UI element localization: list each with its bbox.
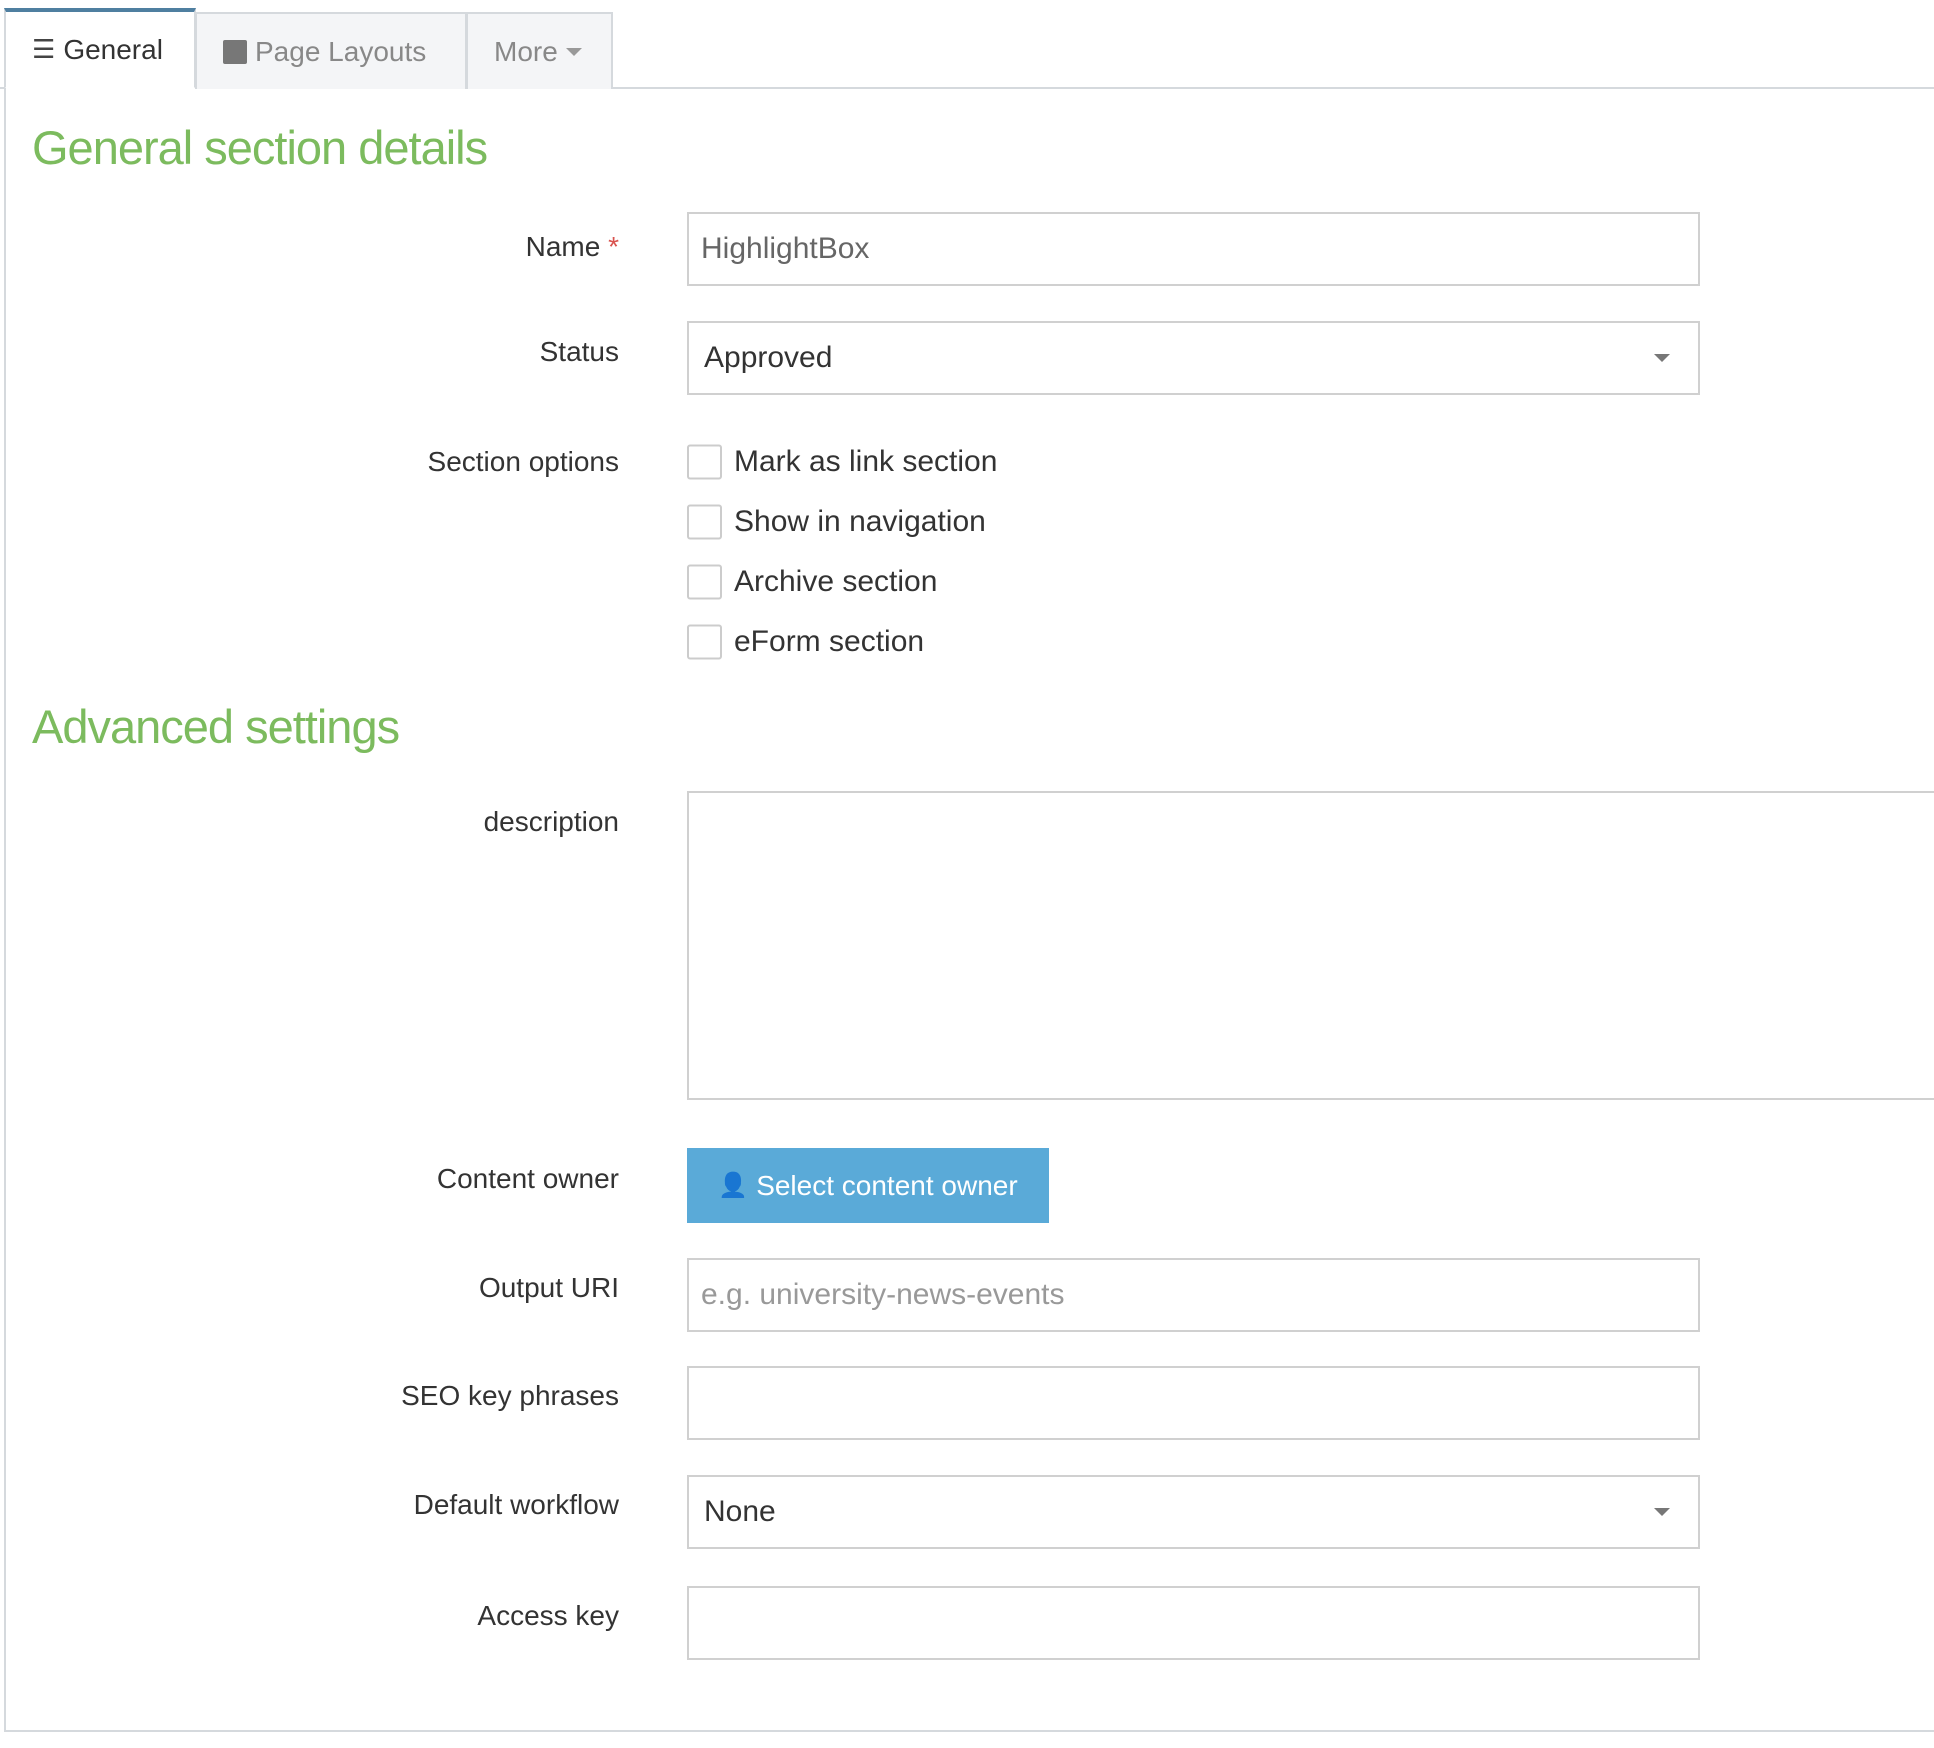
tab-label: General	[63, 33, 163, 65]
puzzle-icon	[223, 39, 247, 64]
tab-label: More	[494, 35, 558, 67]
caret-down-icon	[565, 47, 582, 56]
tab-label: Page Layouts	[255, 35, 427, 67]
access-key-input[interactable]	[687, 1586, 1700, 1660]
seo-input[interactable]	[687, 1366, 1700, 1440]
chevron-down-icon	[1654, 1508, 1670, 1516]
status-value: Approved	[704, 341, 833, 374]
status-select[interactable]: Approved	[687, 321, 1700, 395]
section-options-label: Section options	[427, 446, 619, 477]
name-input[interactable]: HighlightBox	[687, 212, 1700, 286]
show-in-navigation-label[interactable]: Show in navigation	[734, 505, 986, 539]
archive-section-checkbox[interactable]	[687, 564, 722, 600]
chevron-down-icon	[1654, 354, 1670, 362]
tab-general[interactable]: ☰ General	[4, 8, 196, 89]
tab-more[interactable]: More	[466, 12, 613, 89]
tab-page-layouts[interactable]: Page Layouts	[195, 12, 467, 89]
content-owner-label: Content owner	[436, 1163, 619, 1194]
description-textarea[interactable]	[687, 791, 1934, 1100]
advanced-heading: Advanced settings	[32, 700, 400, 753]
select-content-owner-button[interactable]: 👤 Select content owner	[687, 1148, 1049, 1223]
output-uri-input[interactable]: e.g. university-news-events	[687, 1258, 1700, 1332]
button-label: Select content owner	[756, 1169, 1018, 1201]
sliders-icon: ☰	[32, 34, 56, 64]
access-key-label: Access key	[477, 1600, 619, 1631]
archive-section-label[interactable]: Archive section	[734, 565, 937, 599]
status-label: Status	[539, 336, 619, 367]
default-workflow-select[interactable]: None	[687, 1475, 1700, 1549]
seo-label: SEO key phrases	[401, 1380, 619, 1411]
output-uri-label: Output URI	[478, 1272, 619, 1303]
show-in-navigation-checkbox[interactable]	[687, 504, 722, 540]
default-workflow-label: Default workflow	[413, 1489, 619, 1520]
name-label: Name *	[525, 231, 619, 262]
eform-section-checkbox[interactable]	[687, 624, 722, 660]
user-icon: 👤	[718, 1172, 749, 1199]
eform-section-label[interactable]: eForm section	[734, 625, 924, 659]
description-label: description	[483, 806, 619, 837]
required-mark: *	[608, 231, 619, 262]
mark-as-link-checkbox[interactable]	[687, 444, 722, 480]
mark-as-link-label[interactable]: Mark as link section	[734, 445, 997, 479]
workflow-value: None	[704, 1495, 776, 1528]
general-heading: General section details	[32, 121, 488, 174]
